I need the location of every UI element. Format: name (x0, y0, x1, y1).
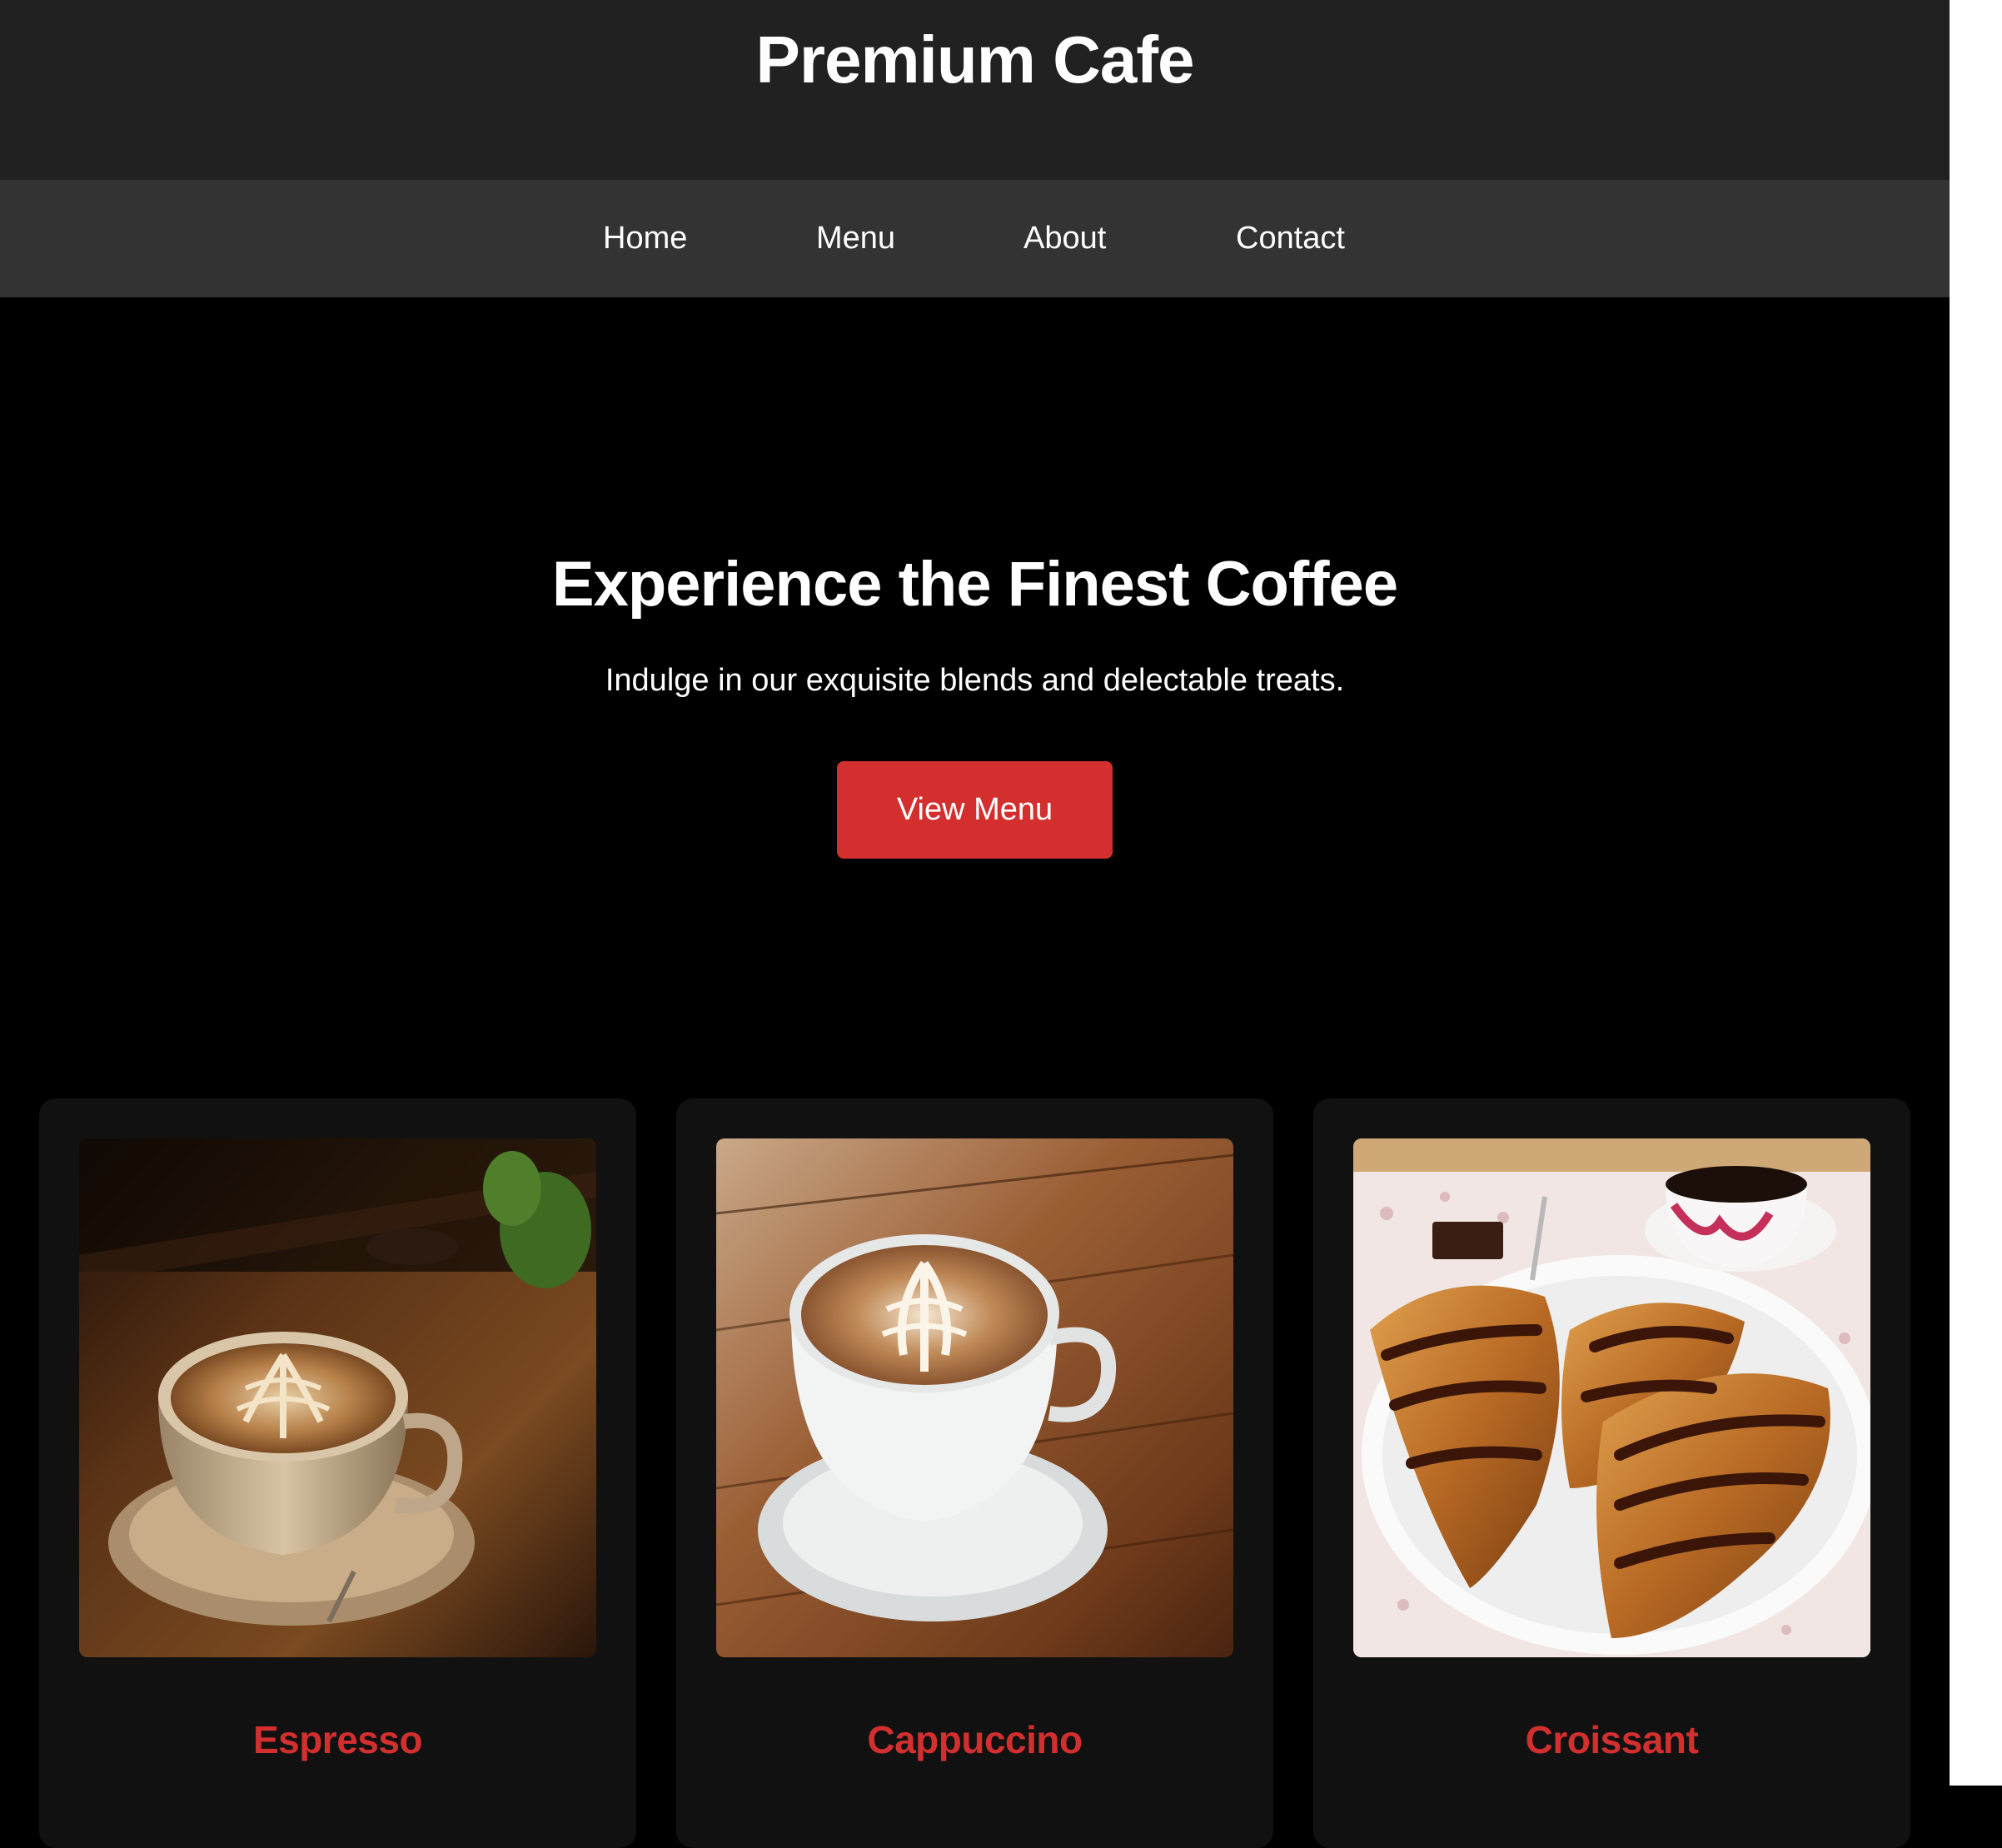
site-title: Premium Cafe (755, 22, 1195, 97)
hero-section: Experience the Finest Coffee Indulge in … (0, 297, 1950, 1097)
hero-subtitle: Indulge in our exquisite blends and dele… (605, 663, 1345, 698)
site-header: Premium Cafe (0, 0, 1950, 180)
menu-card-espresso[interactable]: Espresso (39, 1098, 636, 1848)
nav-item-about[interactable]: About (1023, 180, 1106, 297)
menu-card-croissant[interactable]: Croissant (1313, 1098, 1910, 1848)
card-title-cappuccino: Cappuccino (867, 1718, 1083, 1761)
nav-item-menu[interactable]: Menu (816, 180, 895, 297)
card-title-espresso: Espresso (252, 1718, 423, 1761)
espresso-image (79, 1138, 596, 1657)
nav-item-home[interactable]: Home (603, 180, 687, 297)
croissant-image (1353, 1138, 1870, 1657)
page-right-gutter (1950, 0, 2002, 1786)
hero-title: Experience the Finest Coffee (551, 549, 1398, 620)
menu-card-cappuccino[interactable]: Cappuccino (676, 1098, 1273, 1848)
card-title-croissant: Croissant (1525, 1718, 1699, 1761)
cappuccino-image (716, 1138, 1233, 1657)
main-nav: Home Menu About Contact (0, 180, 1950, 297)
view-menu-button[interactable]: View Menu (837, 761, 1113, 859)
page: Premium Cafe Home Menu About Contact Exp… (0, 0, 1950, 1848)
nav-item-contact[interactable]: Contact (1236, 180, 1345, 297)
